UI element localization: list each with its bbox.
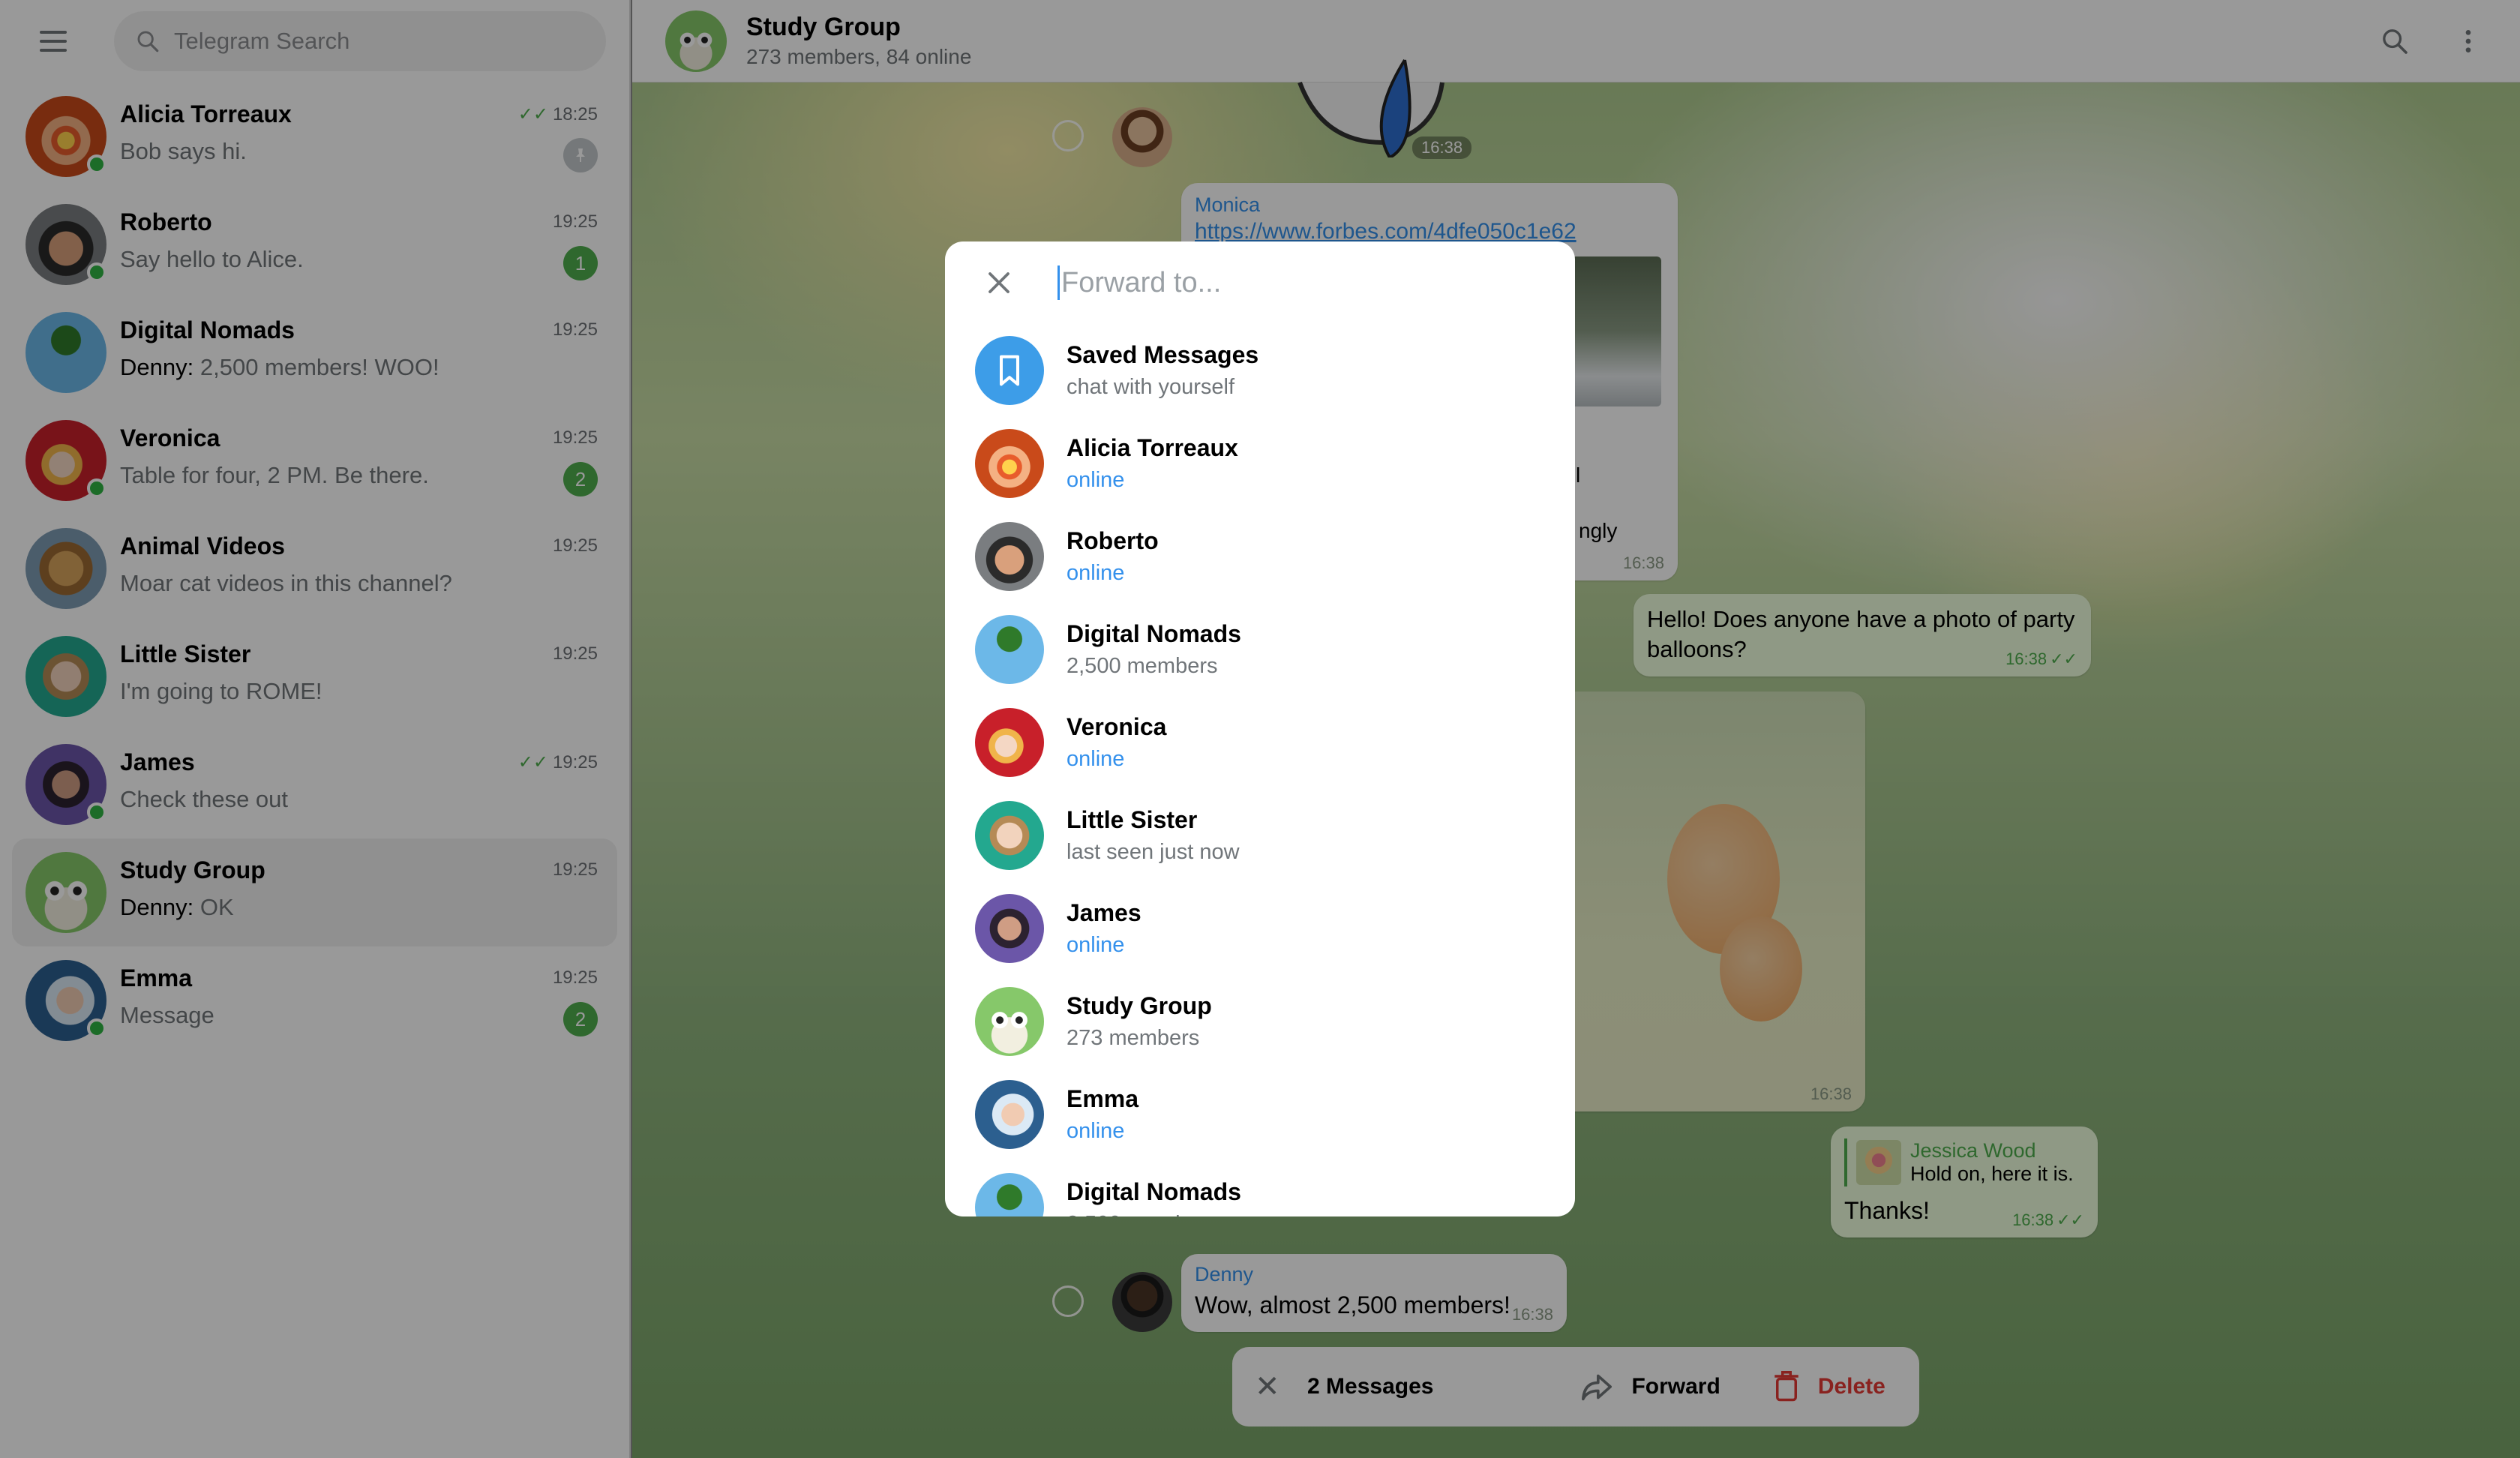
teal-avatar-image	[975, 801, 1044, 870]
forward-target-list: Saved Messages chat with yourself Alicia…	[945, 324, 1575, 1216]
blue-avatar-image	[975, 1080, 1044, 1149]
forward-target-status: last seen just now	[1066, 840, 1240, 864]
forward-target-item[interactable]: Digital Nomads 2,500 members	[945, 603, 1575, 696]
forward-target-name: Veronica	[1066, 713, 1167, 740]
dark-avatar-image	[975, 522, 1044, 591]
forward-target-name: Little Sister	[1066, 806, 1198, 833]
forward-target-name: Digital Nomads	[1066, 1178, 1241, 1205]
forward-target-status: 2,500 members	[1066, 654, 1218, 678]
forward-target-status: online	[1066, 561, 1125, 585]
forward-target-status: 273 members	[1066, 1026, 1200, 1050]
forward-target-status: chat with yourself	[1066, 375, 1235, 399]
forward-target-item[interactable]: Alicia Torreaux online	[945, 417, 1575, 510]
owl-avatar-image	[975, 987, 1044, 1056]
forward-target-name: Roberto	[1066, 527, 1159, 554]
forward-target-item[interactable]: Study Group 273 members	[945, 975, 1575, 1068]
forward-dialog: Forward to... Saved Messages chat with y…	[945, 242, 1575, 1216]
forward-target-name: James	[1066, 899, 1142, 926]
forward-target-name: Emma	[1066, 1085, 1139, 1112]
forward-target-item[interactable]: Roberto online	[945, 510, 1575, 603]
forward-dialog-header: Forward to...	[945, 242, 1575, 324]
forward-target-item[interactable]: Saved Messages chat with yourself	[945, 324, 1575, 417]
forward-target-status: online	[1066, 933, 1125, 957]
forward-target-name: Digital Nomads	[1066, 620, 1241, 647]
orange-avatar-image	[975, 429, 1044, 498]
close-icon[interactable]	[986, 269, 1012, 296]
forward-target-item[interactable]: Little Sister last seen just now	[945, 789, 1575, 882]
purple-avatar-image	[975, 894, 1044, 963]
palm-avatar-image	[975, 615, 1044, 684]
forward-target-item[interactable]: Digital Nomads 2,500 members	[945, 1161, 1575, 1216]
forward-target-name: Saved Messages	[1066, 341, 1259, 368]
forward-target-name: Alicia Torreaux	[1066, 434, 1238, 461]
forward-target-item[interactable]: Emma online	[945, 1068, 1575, 1161]
forward-target-status: online	[1066, 747, 1125, 771]
forward-target-status: 2,500 members	[1066, 1212, 1241, 1216]
forward-target-item[interactable]: James online	[945, 882, 1575, 975]
forward-target-status: online	[1066, 468, 1125, 492]
saved-messages-avatar	[975, 336, 1044, 405]
forward-target-status: online	[1066, 1119, 1125, 1143]
red-avatar-image	[975, 708, 1044, 777]
forward-target-name: Study Group	[1066, 992, 1212, 1019]
forward-search-input[interactable]: Forward to...	[1058, 266, 1221, 300]
palm-avatar-image	[975, 1173, 1044, 1216]
forward-target-item[interactable]: Veronica online	[945, 696, 1575, 789]
bookmark-icon	[999, 355, 1020, 386]
